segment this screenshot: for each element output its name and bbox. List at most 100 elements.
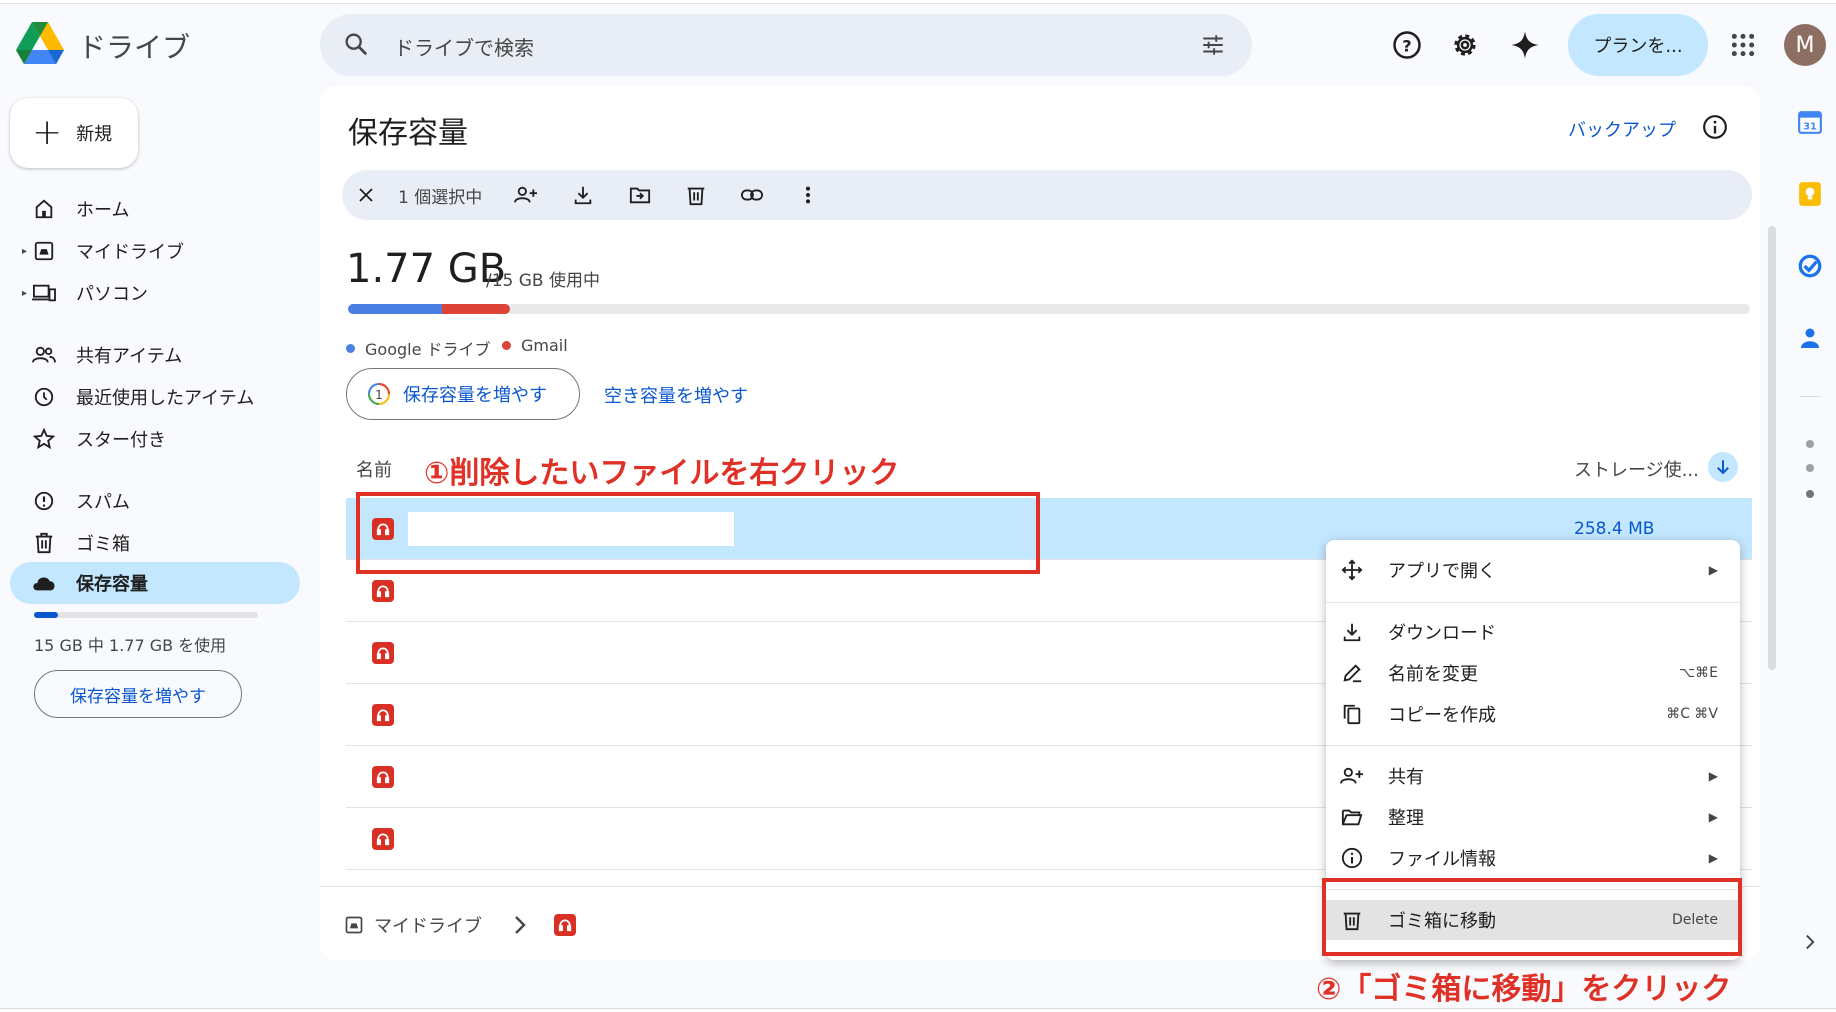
gemini-sparkle-icon[interactable] (1508, 28, 1542, 62)
column-header-name[interactable]: 名前 (356, 456, 392, 482)
column-header-storage[interactable]: ストレージ使... (1574, 456, 1699, 482)
legend-dot (502, 341, 511, 350)
menu-item-rename[interactable]: 名前を変更 ⌥⌘E (1326, 653, 1740, 693)
svg-text:1: 1 (375, 388, 383, 402)
sidebar-item-starred[interactable]: スター付き (10, 418, 300, 460)
menu-item-label: 整理 (1388, 808, 1424, 829)
drive-logo-icon[interactable] (16, 22, 64, 66)
backup-link[interactable]: バックアップ (1568, 116, 1676, 142)
legend-gmail: Gmail (502, 336, 568, 355)
sidebar-item-shared[interactable]: 共有アイテム (10, 334, 300, 376)
file-size: 258.4 MB (1574, 519, 1655, 539)
free-up-space-link[interactable]: 空き容量を増やす (604, 382, 748, 408)
sidebar-item-label: ホーム (76, 200, 130, 221)
menu-item-file-info[interactable]: ファイル情報 ▶ (1326, 838, 1740, 878)
move-arrows-icon (1340, 559, 1364, 581)
menu-item-label: コピーを作成 (1388, 705, 1496, 726)
sidebar-item-label: 最近使用したアイテム (76, 388, 255, 409)
gear-icon[interactable] (1448, 28, 1482, 62)
menu-item-label: ファイル情報 (1388, 849, 1496, 870)
search-icon[interactable] (342, 30, 370, 62)
sidebar-item-recent[interactable]: 最近使用したアイテム (10, 376, 300, 418)
annotation-box-file (356, 492, 1040, 574)
menu-divider (1326, 745, 1740, 746)
menu-item-share[interactable]: 共有 ▶ (1326, 756, 1740, 796)
apps-grid-icon[interactable] (1726, 28, 1760, 62)
upgrade-plan-button[interactable]: プランを... (1568, 14, 1708, 76)
audio-file-icon (372, 704, 394, 726)
search-input[interactable]: ドライブで検索 (394, 32, 534, 61)
menu-item-download[interactable]: ダウンロード (1326, 612, 1740, 652)
legend-label: Google ドライブ (365, 340, 491, 359)
sidebar-item-computers[interactable]: ▸ パソコン (10, 272, 300, 314)
menu-item-label: 名前を変更 (1388, 664, 1478, 685)
sidebar-item-home[interactable]: ホーム (10, 188, 300, 230)
sidebar-item-label: 保存容量 (76, 574, 148, 595)
sidebar-item-storage[interactable]: 保存容量 (10, 562, 300, 604)
menu-item-copy[interactable]: コピーを作成 ⌘C ⌘V (1326, 694, 1740, 734)
svg-text:31: 31 (1803, 122, 1817, 133)
rail-dot (1806, 490, 1814, 498)
close-icon[interactable] (354, 183, 378, 207)
scrollbar-thumb[interactable] (1768, 226, 1776, 670)
star-icon (32, 427, 56, 451)
download-icon[interactable] (571, 183, 595, 207)
annotation-box-trash (1322, 878, 1742, 956)
chevron-right-icon (514, 915, 526, 935)
sidebar-item-spam[interactable]: スパム (10, 480, 300, 522)
menu-divider (1326, 602, 1740, 603)
link-icon[interactable] (740, 183, 764, 207)
sidebar-item-my-drive[interactable]: ▸ マイドライブ (10, 230, 300, 272)
new-button-label: 新規 (76, 124, 113, 145)
storage-total-text: /15 GB 使用中 (486, 271, 601, 291)
increase-storage-button[interactable]: 1 保存容量を増やす (346, 368, 580, 420)
search-filter-icon[interactable] (1200, 32, 1226, 62)
search-bar[interactable]: ドライブで検索 (320, 14, 1252, 76)
top-border (0, 0, 1836, 4)
menu-item-organize[interactable]: 整理 ▶ (1326, 797, 1740, 837)
selection-count: 1 個選択中 (398, 188, 483, 208)
info-icon[interactable] (1702, 114, 1728, 144)
submenu-arrow-icon: ▶ (1708, 810, 1718, 824)
trash-icon[interactable] (684, 183, 708, 207)
submenu-arrow-icon: ▶ (1708, 851, 1718, 865)
menu-item-label: ダウンロード (1388, 623, 1496, 644)
avatar[interactable]: M (1784, 24, 1826, 66)
annotation-step2: ②「ゴミ箱に移動」をクリック (1316, 972, 1732, 1007)
audio-file-icon[interactable] (554, 914, 576, 936)
info-icon (1340, 847, 1364, 869)
audio-file-icon (372, 828, 394, 850)
sidebar-usage-fill (34, 612, 58, 618)
storage-bar-track (348, 304, 1750, 314)
legend-label: Gmail (521, 336, 568, 355)
storage-used-amount: 1.77 GB (346, 246, 507, 292)
legend-drive: Google ドライブ (346, 336, 491, 360)
tasks-icon[interactable] (1796, 252, 1824, 280)
sidebar-increase-storage-button[interactable]: 保存容量を増やす (34, 670, 242, 718)
help-icon[interactable]: ? (1390, 28, 1424, 62)
clock-icon (32, 385, 56, 409)
menu-item-label: アプリで開く (1388, 561, 1496, 582)
rail-dot (1806, 464, 1814, 472)
sidebar-item-trash[interactable]: ゴミ箱 (10, 522, 300, 564)
sort-descending-button[interactable] (1708, 452, 1738, 482)
move-folder-icon[interactable] (628, 183, 652, 207)
breadcrumb-my-drive[interactable]: マイドライブ (374, 912, 482, 938)
new-button[interactable]: + 新規 (10, 98, 138, 168)
contacts-icon[interactable] (1796, 324, 1824, 352)
bottom-border (0, 1008, 1836, 1012)
legend-dot (346, 343, 355, 353)
share-add-person-icon[interactable] (514, 183, 538, 207)
submenu-arrow-icon: ▶ (1708, 563, 1718, 577)
expand-caret-icon[interactable]: ▸ (22, 288, 27, 299)
menu-item-open-with[interactable]: アプリで開く ▶ (1326, 550, 1740, 590)
expand-caret-icon[interactable]: ▸ (22, 246, 27, 257)
shared-icon (32, 343, 56, 367)
keep-icon[interactable] (1796, 180, 1824, 208)
expand-panel-icon[interactable] (1796, 928, 1824, 956)
menu-item-label: 共有 (1388, 767, 1424, 788)
more-vert-icon[interactable] (796, 183, 820, 207)
sidebar-item-label: ゴミ箱 (76, 534, 130, 555)
calendar-icon[interactable]: 31 (1796, 108, 1824, 136)
shortcut-hint: ⌘C ⌘V (1666, 706, 1718, 722)
